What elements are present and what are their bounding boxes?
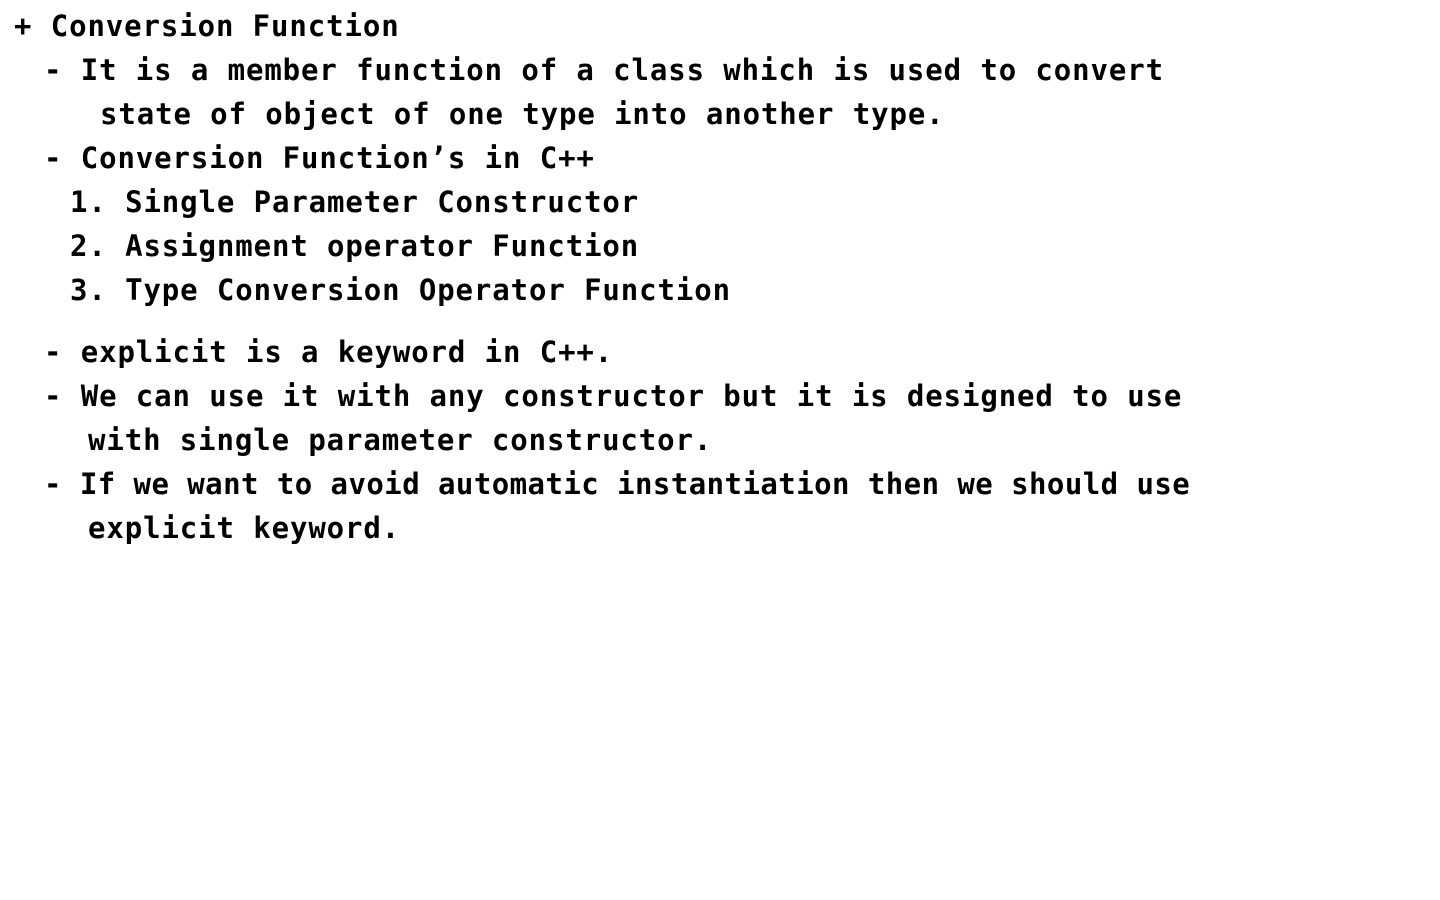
list-item-1: 1. Single Parameter Constructor — [70, 185, 640, 219]
definition-line-2: state of object of one type into another… — [100, 97, 945, 131]
types-heading: - Conversion Function’s in C++ — [44, 141, 595, 175]
usage-line-2: with single parameter constructor. — [88, 423, 713, 457]
slide-document: + Conversion Function - It is a member f… — [0, 0, 1440, 900]
avoid-line-1: - If we want to avoid automatic instanti… — [44, 467, 1191, 501]
explicit-line: - explicit is a keyword in C++. — [44, 335, 614, 369]
heading: + Conversion Function — [14, 9, 400, 43]
list-item-3: 3. Type Conversion Operator Function — [70, 273, 731, 307]
list-item-2: 2. Assignment operator Function — [70, 229, 640, 263]
avoid-line-2: explicit keyword. — [88, 511, 401, 545]
definition-line-1: - It is a member function of a class whi… — [44, 53, 1164, 87]
usage-line-1: - We can use it with any constructor but… — [44, 379, 1183, 413]
